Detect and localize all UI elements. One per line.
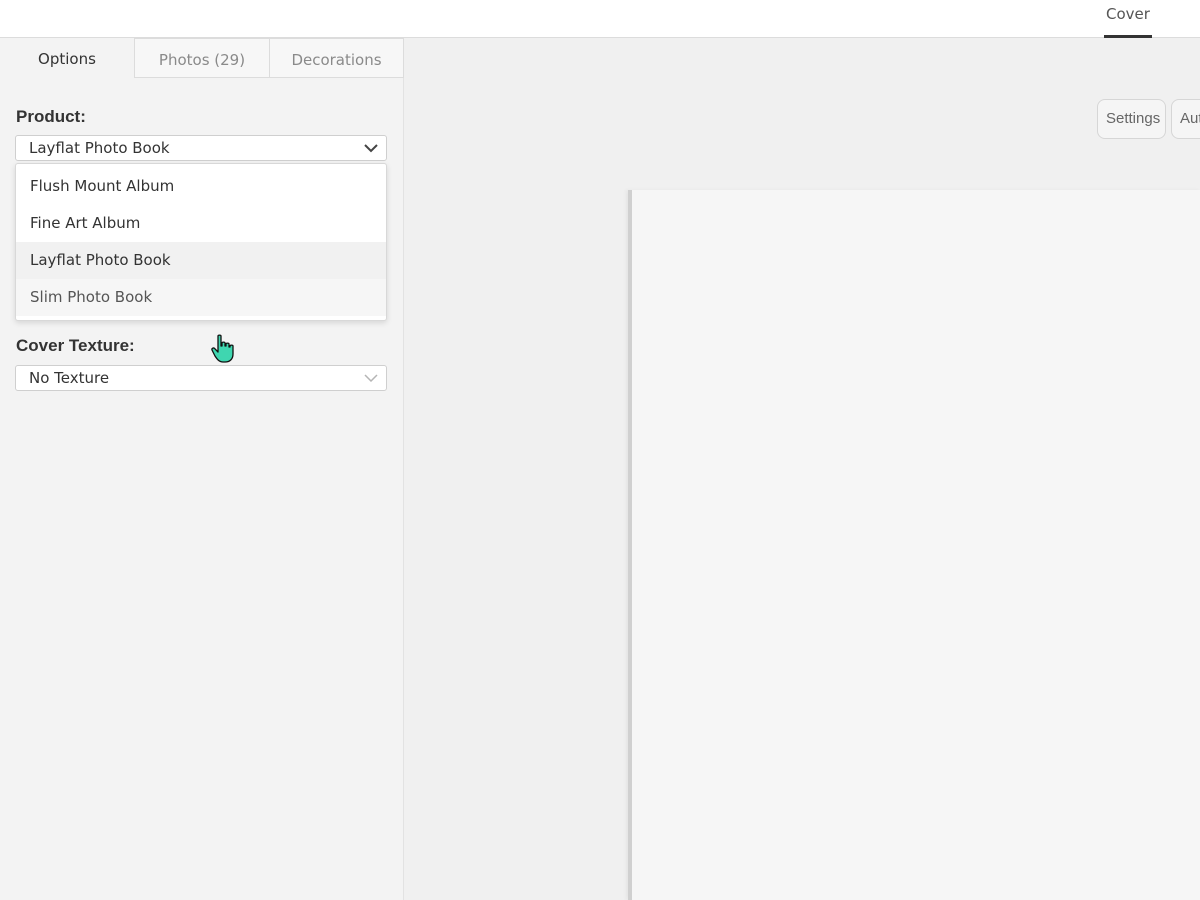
options-panel: Options Photos (29) Decorations Product:…	[0, 38, 404, 900]
option-label: Fine Art Album	[30, 214, 141, 232]
panel-tabs: Options Photos (29) Decorations	[0, 38, 404, 78]
auto-button[interactable]: Aut	[1171, 99, 1200, 139]
book-canvas-area: Settings Aut	[404, 38, 1200, 900]
product-option-slim-photo-book[interactable]: Slim Photo Book	[16, 279, 386, 316]
option-label: Flush Mount Album	[30, 177, 175, 195]
product-option-flush-mount-album[interactable]: Flush Mount Album	[16, 168, 386, 205]
book-page-preview[interactable]	[628, 190, 1200, 900]
product-label: Product:	[16, 107, 86, 126]
cover-texture-select[interactable]: No Texture	[15, 365, 387, 391]
product-option-fine-art-album[interactable]: Fine Art Album	[16, 205, 386, 242]
top-bar: Cover	[0, 0, 1200, 38]
product-dropdown-menu: Flush Mount Album Fine Art Album Layflat…	[15, 163, 387, 321]
product-option-layflat-photo-book[interactable]: Layflat Photo Book	[16, 242, 386, 279]
tab-cover-label: Cover	[1106, 5, 1150, 23]
tab-photos[interactable]: Photos (29)	[134, 38, 269, 78]
tab-photos-label: Photos (29)	[158, 51, 246, 69]
option-label: Slim Photo Book	[30, 288, 153, 306]
cover-texture-label: Cover Texture:	[16, 336, 135, 355]
chevron-down-icon	[364, 374, 378, 383]
tab-options-label: Options	[38, 50, 96, 68]
settings-button[interactable]: Settings	[1097, 99, 1166, 139]
tab-decorations[interactable]: Decorations	[269, 38, 404, 78]
tab-decorations-label: Decorations	[291, 51, 382, 69]
cover-texture-value: No Texture	[29, 369, 110, 387]
tab-cover[interactable]: Cover	[1104, 0, 1152, 38]
tab-options[interactable]: Options	[0, 38, 134, 78]
option-label: Layflat Photo Book	[30, 251, 171, 269]
hand-pointer-icon	[211, 334, 234, 363]
product-select-value: Layflat Photo Book	[29, 139, 170, 157]
product-select[interactable]: Layflat Photo Book	[15, 135, 387, 161]
chevron-down-icon	[364, 144, 378, 153]
